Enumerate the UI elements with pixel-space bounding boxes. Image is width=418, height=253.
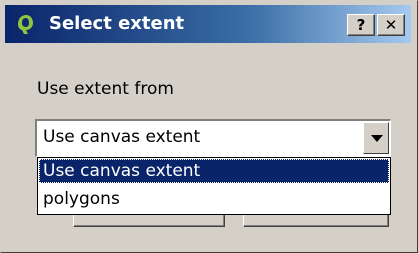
- extent-source-label: Use extent from: [37, 79, 174, 99]
- dropdown-button[interactable]: [363, 122, 389, 154]
- help-button[interactable]: ?: [347, 14, 375, 36]
- close-icon: ✕: [384, 16, 398, 34]
- option-use-canvas-extent[interactable]: Use canvas extent: [39, 159, 389, 183]
- extent-options-list: Use canvas extent polygons: [37, 157, 391, 215]
- combobox-value: Use canvas extent: [43, 127, 201, 147]
- option-polygons[interactable]: polygons: [39, 187, 389, 211]
- chevron-down-icon: [371, 135, 383, 142]
- title-bar[interactable]: Select extent ? ✕: [5, 5, 411, 43]
- window-title: Select extent: [49, 13, 185, 34]
- qgis-logo-icon: [18, 15, 33, 34]
- select-extent-dialog: Select extent ? ✕ Use extent from Use ca…: [0, 0, 418, 253]
- close-button[interactable]: ✕: [377, 14, 405, 36]
- extent-source-combobox[interactable]: Use canvas extent: [35, 119, 391, 157]
